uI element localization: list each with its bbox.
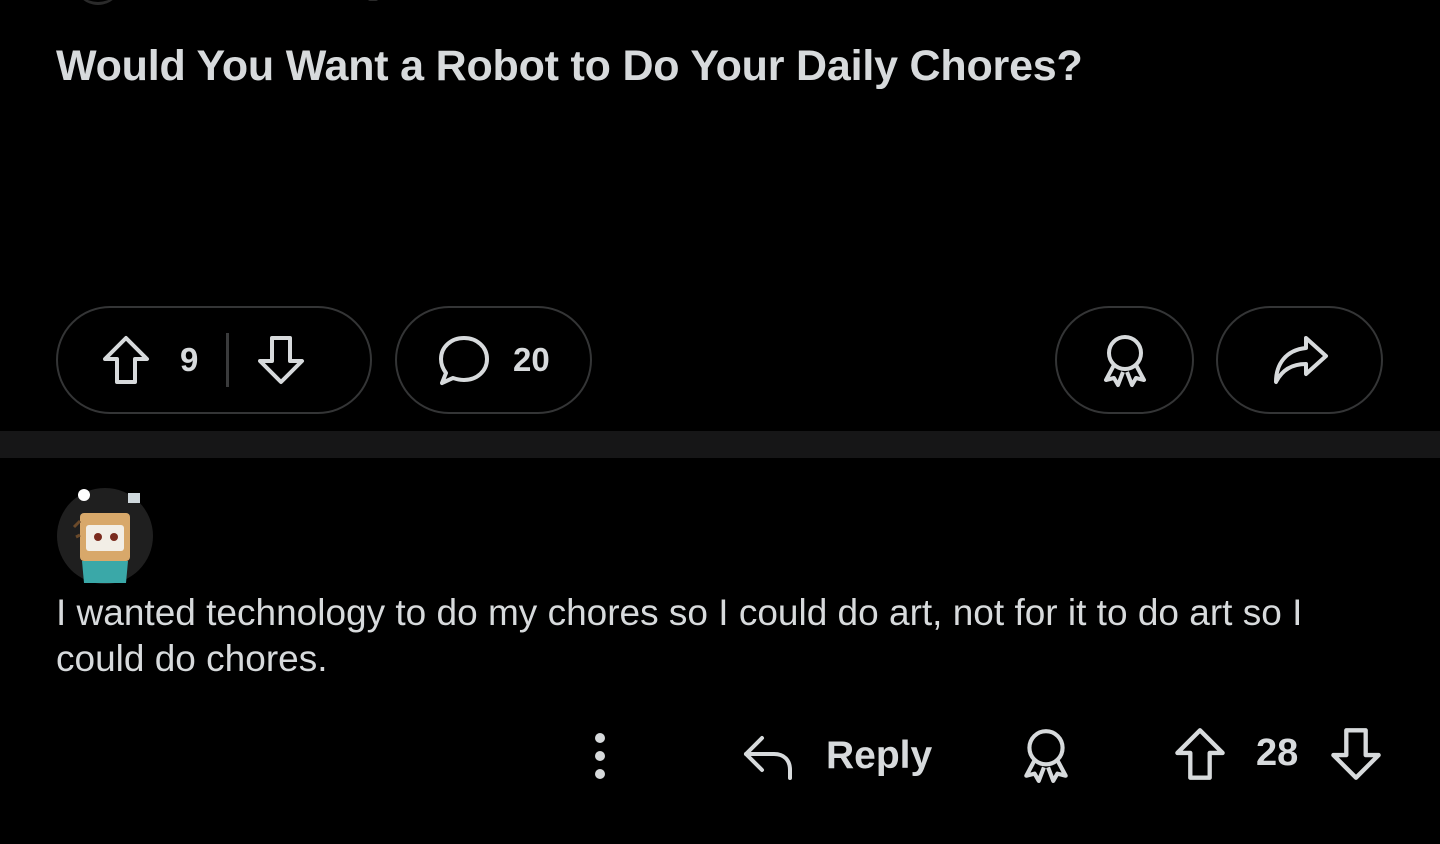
comment-text: I wanted technology to do my chores so I…: [56, 592, 1303, 679]
comment-action-bar: Reply 28: [0, 720, 1440, 792]
speech-bubble-icon: [437, 333, 491, 387]
post-comments-button[interactable]: 20: [395, 306, 592, 414]
share-arrow-icon: [1270, 332, 1330, 388]
post-vote-pill: 9: [56, 306, 372, 414]
comment-upvote-button[interactable]: [1172, 726, 1228, 782]
reply-arrow-icon: [740, 728, 796, 784]
previous-avatar-edge: [74, 0, 122, 5]
vertical-dots-icon: [584, 728, 616, 784]
reply-button[interactable]: Reply: [740, 728, 932, 784]
section-separator: [0, 431, 1440, 458]
arrow-down-icon: [1328, 726, 1384, 782]
commenter-avatar[interactable]: [56, 487, 154, 585]
reply-label: Reply: [826, 734, 933, 777]
award-ribbon-icon: [1018, 726, 1074, 784]
post-comment-count: 20: [513, 341, 550, 378]
arrow-up-icon[interactable]: [100, 334, 152, 386]
award-ribbon-icon: [1098, 332, 1152, 388]
comment-vote-count: 28: [1256, 732, 1299, 774]
arrow-down-icon[interactable]: [255, 334, 307, 386]
post-share-button[interactable]: [1216, 306, 1383, 414]
post-vote-count: 9: [180, 341, 199, 378]
post-award-button[interactable]: [1055, 306, 1194, 414]
post-title[interactable]: Would You Want a Robot to Do Your Daily …: [56, 36, 1384, 96]
comment-award-button[interactable]: [1018, 726, 1074, 784]
comment-downvote-button[interactable]: [1328, 726, 1384, 782]
post-page: Would You Want a Robot to Do Your Daily …: [0, 0, 1440, 844]
previous-meta-edge: [368, 0, 378, 1]
arrow-up-icon: [1172, 726, 1228, 782]
more-options-button[interactable]: [584, 728, 616, 784]
vote-divider: [226, 333, 229, 387]
